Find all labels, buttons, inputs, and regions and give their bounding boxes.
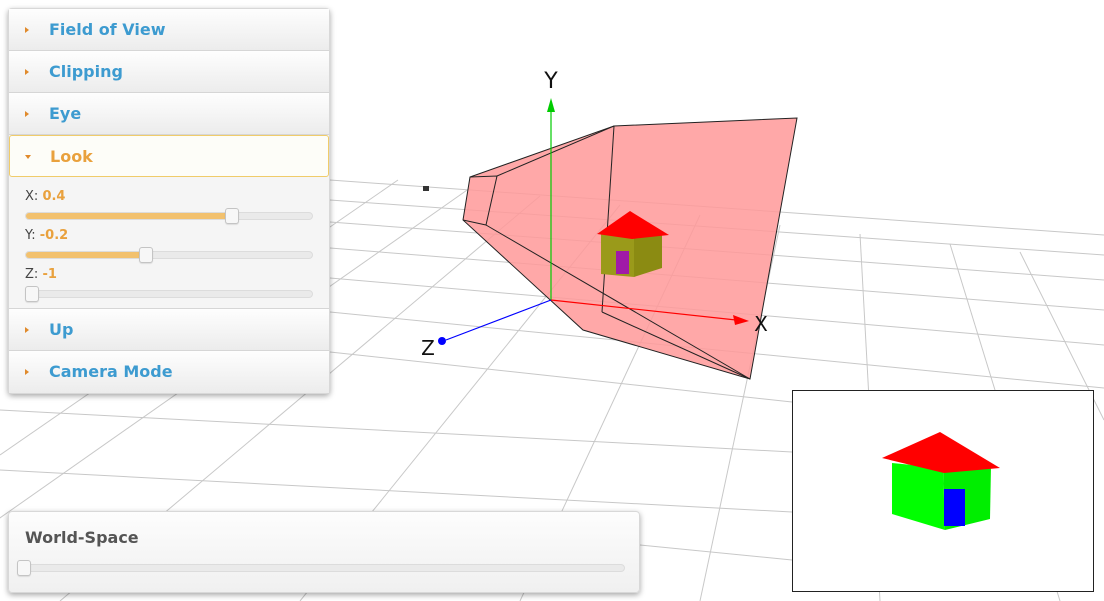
axis-label-y: Y: [543, 69, 558, 94]
house-inset-door: [944, 489, 965, 526]
look-z-slider[interactable]: [25, 286, 313, 302]
section-field-of-view[interactable]: Field of View: [9, 9, 329, 51]
section-look[interactable]: Look: [9, 135, 329, 177]
look-x-slider-row: X: 0.4: [25, 187, 313, 226]
origin-marker: [423, 186, 429, 191]
world-space-slider[interactable]: [17, 560, 625, 576]
house-inset-wall-front: [892, 463, 945, 530]
slider-handle[interactable]: [25, 286, 39, 302]
slider-value: 0.4: [42, 189, 66, 204]
section-label: Camera Mode: [49, 362, 173, 381]
section-eye[interactable]: Eye: [9, 93, 329, 135]
section-camera-mode[interactable]: Camera Mode: [9, 351, 329, 393]
slider-value: -0.2: [39, 228, 69, 243]
slider-handle[interactable]: [17, 560, 31, 576]
camera-view-inset: [792, 390, 1094, 592]
slider-handle[interactable]: [225, 208, 239, 224]
slider-fill: [26, 213, 226, 219]
section-up[interactable]: Up: [9, 309, 329, 351]
z-axis-line: [445, 299, 552, 341]
slider-handle[interactable]: [139, 247, 153, 263]
section-label: Eye: [49, 104, 82, 123]
look-section-body: X: 0.4 Y: -0.2 Z: -1: [9, 177, 329, 309]
house-world-door: [616, 251, 629, 274]
chevron-right-icon: [25, 69, 29, 75]
section-label: Look: [50, 147, 93, 166]
chevron-right-icon: [25, 27, 29, 33]
chevron-right-icon: [25, 111, 29, 117]
look-x-slider[interactable]: [25, 208, 313, 224]
z-axis-arrow: [438, 337, 446, 345]
axis-label-x: X: [754, 312, 768, 336]
house-camera-view: [882, 432, 1000, 530]
axis-label-z: Z: [421, 336, 435, 360]
section-clipping[interactable]: Clipping: [9, 51, 329, 93]
section-label: Up: [49, 320, 74, 339]
section-label: Field of View: [49, 20, 166, 39]
slider-label: Z: -1: [25, 267, 57, 282]
camera-view-render: [882, 432, 1000, 530]
camera-controls-panel: Field of View Clipping Eye Look X: 0.4 Y…: [8, 8, 330, 394]
world-space-title: World-Space: [25, 528, 139, 547]
slider-value: -1: [42, 267, 57, 282]
axis-name: Y:: [25, 228, 36, 243]
slider-fill: [26, 252, 140, 258]
section-label: Clipping: [49, 62, 123, 81]
look-y-slider[interactable]: [25, 247, 313, 263]
slider-label: Y: -0.2: [25, 228, 68, 243]
chevron-right-icon: [25, 369, 29, 375]
chevron-down-icon: [25, 155, 31, 159]
look-y-slider-row: Y: -0.2: [25, 226, 313, 265]
slider-label: X: 0.4: [25, 189, 65, 204]
chevron-right-icon: [25, 327, 29, 333]
world-space-panel: World-Space: [8, 511, 640, 593]
axis-name: Z:: [25, 267, 39, 282]
look-z-slider-row: Z: -1: [25, 265, 313, 304]
y-axis-arrow: [547, 98, 555, 112]
axis-name: X:: [25, 189, 39, 204]
